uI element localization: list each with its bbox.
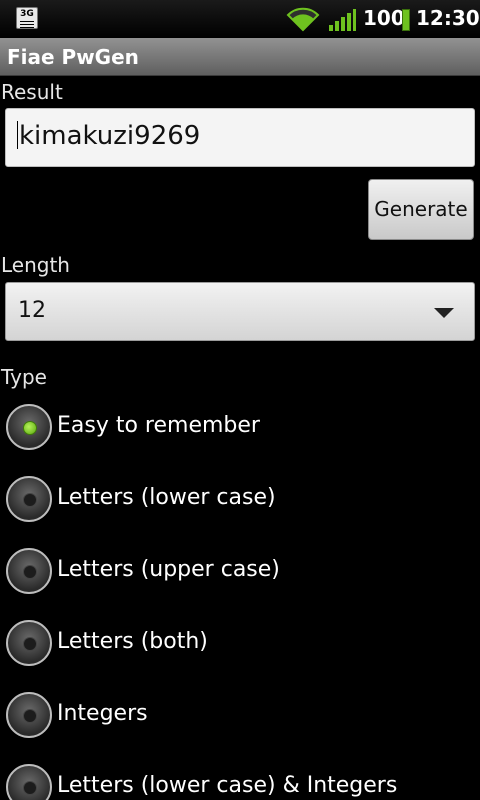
type-option-integers[interactable]: Integers [0,688,480,758]
radio-button[interactable] [6,620,52,666]
generate-button[interactable]: Generate [368,179,474,240]
battery-icon [402,9,410,31]
app-title-bar: Fiae PwGen [0,38,480,76]
result-value: kimakuzi9269 [19,121,201,151]
length-label: Length [1,253,70,277]
3g-icon: 3G [16,7,38,29]
radio-button[interactable] [6,548,52,594]
signal-icon [329,9,356,31]
radio-button[interactable] [6,404,52,450]
radio-label: Letters (upper case) [57,557,280,582]
type-option-letters-both[interactable]: Letters (both) [0,616,480,686]
dropdown-arrow-icon [434,308,454,318]
type-option-lower-and-integers[interactable]: Letters (lower case) & Integers [0,760,480,800]
radio-label: Easy to remember [57,413,260,438]
radio-label: Letters (both) [57,629,208,654]
radio-label: Letters (lower case) & Integers [57,773,398,798]
app-title: Fiae PwGen [7,45,139,69]
radio-button[interactable] [6,476,52,522]
type-option-letters-upper[interactable]: Letters (upper case) [0,544,480,614]
text-caret [17,121,18,149]
battery-level: 100 [363,6,405,30]
radio-button[interactable] [6,764,52,800]
clock: 12:30 [416,6,480,30]
status-bar: 3G 100 12:30 [0,0,480,38]
radio-label: Letters (lower case) [57,485,276,510]
result-input[interactable]: kimakuzi9269 [5,108,475,167]
radio-label: Integers [57,701,148,726]
type-option-letters-lower[interactable]: Letters (lower case) [0,472,480,542]
type-option-easy-to-remember[interactable]: Easy to remember [0,400,480,470]
wifi-icon [286,7,320,32]
length-dropdown[interactable]: 12 [5,282,475,341]
length-selected-value: 12 [18,298,46,323]
type-label: Type [1,365,47,389]
result-label: Result [1,80,63,104]
radio-button[interactable] [6,692,52,738]
